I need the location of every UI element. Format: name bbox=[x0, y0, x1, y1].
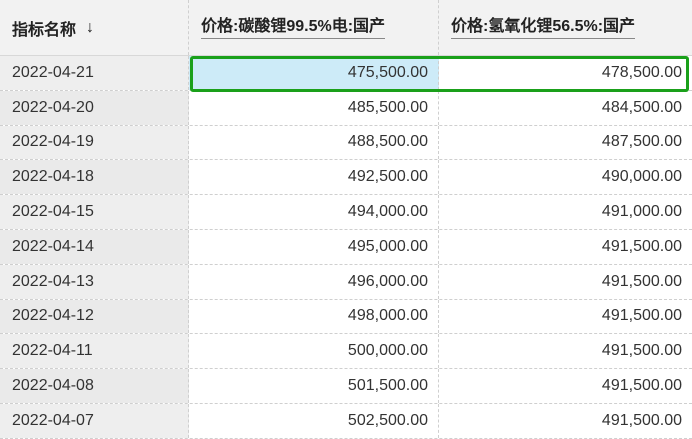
table-row[interactable]: 2022-04-21 475,500.00 478,500.00 bbox=[0, 56, 692, 91]
date-cell[interactable]: 2022-04-08 bbox=[0, 369, 189, 403]
date-cell[interactable]: 2022-04-14 bbox=[0, 229, 189, 264]
lithium-hydroxide-price-cell[interactable]: 491,500.00 bbox=[439, 265, 692, 299]
lithium-hydroxide-price-cell[interactable]: 491,000.00 bbox=[439, 195, 692, 229]
lithium-hydroxide-price-cell[interactable]: 491,500.00 bbox=[439, 334, 692, 368]
table-row[interactable]: 2022-04-18 492,500.00 490,000.00 bbox=[0, 160, 692, 196]
lithium-hydroxide-price-cell[interactable]: 484,500.00 bbox=[439, 91, 692, 125]
lithium-hydroxide-price-cell[interactable]: 491,500.00 bbox=[439, 230, 692, 264]
table-header-row: 指标名称 ↓ 价格:碳酸锂99.5%电:国产 价格:氢氧化锂56.5%:国产 bbox=[0, 0, 692, 56]
lithium-hydroxide-price-cell[interactable]: 491,500.00 bbox=[439, 404, 692, 438]
lithium-hydroxide-price-cell[interactable]: 478,500.00 bbox=[439, 56, 692, 90]
table-body: 2022-04-21 475,500.00 478,500.00 2022-04-20… bbox=[0, 56, 692, 439]
table-row[interactable]: 2022-04-12 498,000.00 491,500.00 bbox=[0, 299, 692, 335]
lithium-carbonate-price-cell[interactable]: 475,500.00 bbox=[189, 56, 439, 90]
date-cell[interactable]: 2022-04-12 bbox=[0, 299, 189, 334]
lithium-carbonate-price-cell[interactable]: 495,000.00 bbox=[189, 229, 439, 264]
header-lithium-carbonate[interactable]: 价格:碳酸锂99.5%电:国产 bbox=[189, 0, 439, 55]
date-cell[interactable]: 2022-04-11 bbox=[0, 334, 189, 369]
date-cell[interactable]: 2022-04-07 bbox=[0, 403, 189, 438]
date-cell[interactable]: 2022-04-20 bbox=[0, 90, 189, 125]
lithium-carbonate-price-cell[interactable]: 485,500.00 bbox=[189, 90, 439, 125]
lithium-hydroxide-price-cell[interactable]: 491,500.00 bbox=[439, 369, 692, 403]
date-cell[interactable]: 2022-04-19 bbox=[0, 125, 189, 160]
header-lithium-hydroxide-label: 价格:氢氧化锂56.5%:国产 bbox=[451, 12, 636, 39]
table-row[interactable]: 2022-04-19 488,500.00 487,500.00 bbox=[0, 125, 692, 161]
lithium-hydroxide-price-cell[interactable]: 490,000.00 bbox=[439, 160, 692, 194]
lithium-carbonate-price-cell[interactable]: 500,000.00 bbox=[189, 334, 439, 369]
table-row[interactable]: 2022-04-08 501,500.00 491,500.00 bbox=[0, 369, 692, 404]
lithium-carbonate-price-cell[interactable]: 488,500.00 bbox=[189, 125, 439, 160]
arrow-down-icon[interactable]: ↓ bbox=[86, 19, 94, 37]
lithium-carbonate-price-cell[interactable]: 492,500.00 bbox=[189, 160, 439, 195]
table-row[interactable]: 2022-04-11 500,000.00 491,500.00 bbox=[0, 334, 692, 370]
lithium-hydroxide-price-cell[interactable]: 491,500.00 bbox=[439, 300, 692, 334]
date-cell[interactable]: 2022-04-18 bbox=[0, 160, 189, 195]
lithium-hydroxide-price-cell[interactable]: 487,500.00 bbox=[439, 126, 692, 160]
data-table: 指标名称 ↓ 价格:碳酸锂99.5%电:国产 价格:氢氧化锂56.5%:国产 2… bbox=[0, 0, 692, 439]
date-cell[interactable]: 2022-04-15 bbox=[0, 195, 189, 229]
lithium-carbonate-price-cell[interactable]: 502,500.00 bbox=[189, 403, 439, 438]
header-lithium-carbonate-label: 价格:碳酸锂99.5%电:国产 bbox=[201, 12, 386, 39]
table-row[interactable]: 2022-04-20 485,500.00 484,500.00 bbox=[0, 90, 692, 126]
lithium-carbonate-price-cell[interactable]: 501,500.00 bbox=[189, 369, 439, 403]
lithium-carbonate-price-cell[interactable]: 496,000.00 bbox=[189, 264, 439, 299]
date-cell[interactable]: 2022-04-13 bbox=[0, 264, 189, 299]
lithium-carbonate-price-cell[interactable]: 494,000.00 bbox=[189, 195, 439, 229]
header-indicator-name[interactable]: 指标名称 ↓ bbox=[0, 0, 189, 55]
header-indicator-label: 指标名称 bbox=[12, 21, 77, 39]
table-row[interactable]: 2022-04-07 502,500.00 491,500.00 bbox=[0, 403, 692, 439]
table-row[interactable]: 2022-04-14 495,000.00 491,500.00 bbox=[0, 229, 692, 265]
table-row[interactable]: 2022-04-13 496,000.00 491,500.00 bbox=[0, 264, 692, 300]
header-lithium-hydroxide[interactable]: 价格:氢氧化锂56.5%:国产 bbox=[439, 0, 692, 55]
table-row[interactable]: 2022-04-15 494,000.00 491,000.00 bbox=[0, 195, 692, 230]
lithium-carbonate-price-cell[interactable]: 498,000.00 bbox=[189, 299, 439, 334]
date-cell[interactable]: 2022-04-21 bbox=[0, 56, 189, 90]
